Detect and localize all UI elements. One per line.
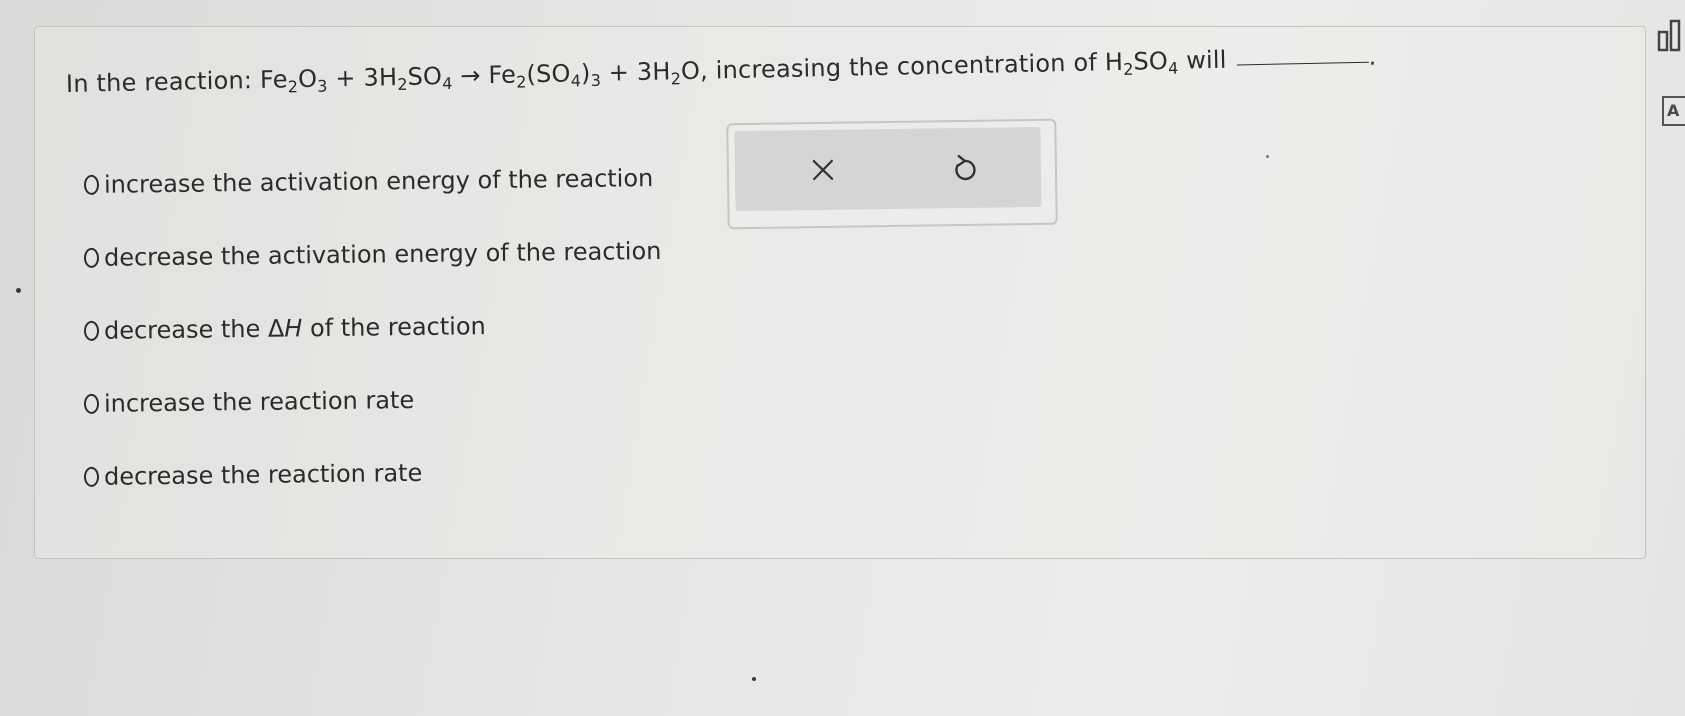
undo-button[interactable]	[943, 146, 988, 191]
radio-button[interactable]	[83, 247, 100, 268]
option-decrease-reaction-rate[interactable]: decrease the reaction rate	[83, 455, 662, 492]
undo-icon	[955, 154, 976, 181]
speck	[752, 677, 756, 681]
screen: In the reaction: Fe2O3 + 3H2SO4 → Fe2(SO…	[0, 0, 1685, 716]
answer-tools-bar	[734, 126, 1042, 212]
bar-chart-icon[interactable]	[1656, 18, 1685, 52]
answer-blank	[1236, 61, 1369, 66]
answer-options: increase the activation energy of the re…	[83, 164, 662, 535]
clear-button[interactable]	[801, 148, 846, 193]
speck	[16, 288, 21, 293]
x-icon	[812, 159, 834, 181]
speck	[1266, 155, 1269, 158]
option-decrease-activation-energy[interactable]: decrease the activation energy of the re…	[83, 236, 662, 273]
radio-button[interactable]	[83, 393, 100, 414]
answer-tools-panel	[726, 118, 1058, 230]
option-label: decrease the activation energy of the re…	[103, 236, 662, 272]
option-increase-reaction-rate[interactable]: increase the reaction rate	[83, 382, 662, 419]
option-label: decrease the ΔH of the reaction	[103, 312, 486, 345]
radio-button[interactable]	[83, 320, 100, 341]
option-increase-activation-energy[interactable]: increase the activation energy of the re…	[83, 163, 662, 200]
radio-button[interactable]	[83, 466, 100, 487]
option-label: decrease the reaction rate	[103, 458, 423, 491]
option-label: increase the activation energy of the re…	[103, 164, 654, 199]
radio-button[interactable]	[83, 174, 100, 195]
option-label: increase the reaction rate	[103, 385, 415, 418]
text-size-icon[interactable]: A	[1662, 96, 1685, 126]
option-decrease-delta-h[interactable]: decrease the ΔH of the reaction	[83, 309, 662, 346]
